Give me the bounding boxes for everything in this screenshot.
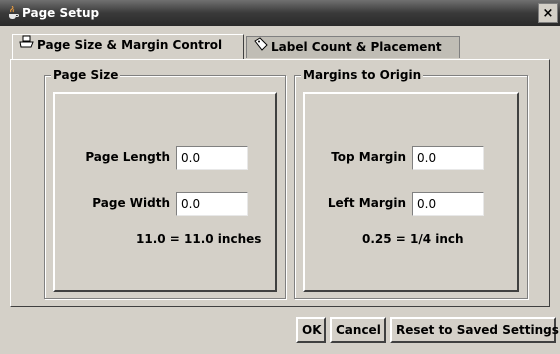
page-size-legend: Page Size: [51, 68, 121, 82]
page-size-group: Page Size: [44, 68, 286, 299]
margins-legend: Margins to Origin: [301, 68, 424, 82]
page-width-label: Page Width: [92, 196, 170, 210]
page-width-row: Page Width: [60, 192, 170, 216]
left-margin-field[interactable]: [412, 192, 484, 216]
java-cup-icon: [6, 5, 20, 20]
tab-label: Page Size & Margin Control: [37, 38, 223, 52]
close-icon[interactable]: ×: [538, 3, 558, 23]
top-margin-row: Top Margin: [310, 146, 406, 170]
tab-page-size-margin[interactable]: Page Size & Margin Control: [12, 34, 244, 60]
page-setup-dialog: Page Setup × Page Size & Margin Control …: [0, 0, 560, 354]
reset-to-saved-settings-button[interactable]: Reset to Saved Settings: [390, 317, 559, 343]
top-margin-label: Top Margin: [331, 150, 406, 164]
label-icon: [253, 37, 271, 57]
left-margin-row: Left Margin: [310, 192, 406, 216]
margins-note: 0.25 = 1/4 inch: [362, 232, 464, 246]
printer-icon: [19, 35, 37, 55]
top-margin-field[interactable]: [412, 146, 484, 170]
page-length-field[interactable]: [176, 146, 248, 170]
page-length-label: Page Length: [85, 150, 170, 164]
title-bar[interactable]: Page Setup ×: [0, 0, 560, 26]
tab-strip: Page Size & Margin Control Label Count &…: [0, 26, 560, 60]
tab-label-count-placement[interactable]: Label Count & Placement: [246, 36, 460, 58]
page-length-row: Page Length: [60, 146, 170, 170]
margins-group: Margins to Origin: [294, 68, 528, 299]
left-margin-label: Left Margin: [327, 196, 406, 210]
window-title: Page Setup: [22, 6, 100, 20]
tab-label: Label Count & Placement: [271, 40, 442, 54]
ok-button[interactable]: OK: [296, 317, 326, 343]
page-size-note: 11.0 = 11.0 inches: [136, 232, 262, 246]
cancel-button[interactable]: Cancel: [330, 317, 386, 343]
page-width-field[interactable]: [176, 192, 248, 216]
